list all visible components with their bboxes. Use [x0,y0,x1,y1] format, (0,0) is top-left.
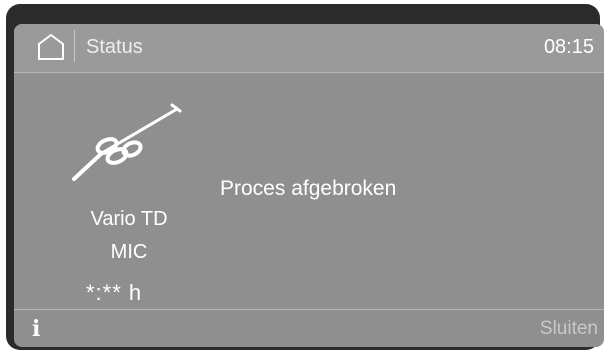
home-icon [38,34,64,60]
remaining-time: *:** h [86,280,143,305]
device-bezel: Status 08:15 Vario TD MIC *:** h Proces … [6,4,604,350]
display-screen: Status 08:15 Vario TD MIC *:** h Proces … [14,24,604,347]
page-title: Status [86,36,143,58]
close-button[interactable]: Sluiten [540,318,598,340]
footer-bar: i Sluiten [14,309,604,347]
clock: 08:15 [543,36,594,58]
home-button[interactable] [36,32,66,62]
main-content: Vario TD MIC *:** h Proces afgebroken [14,73,604,308]
status-bar: Status 08:15 [14,24,604,73]
header-divider [74,30,75,62]
endoscope-instrument-icon [72,103,182,181]
program-name-suffix: MIC [110,241,148,263]
info-icon[interactable]: i [32,316,40,342]
status-message: Proces afgebroken [220,177,397,200]
program-name: Vario TD [90,208,168,230]
